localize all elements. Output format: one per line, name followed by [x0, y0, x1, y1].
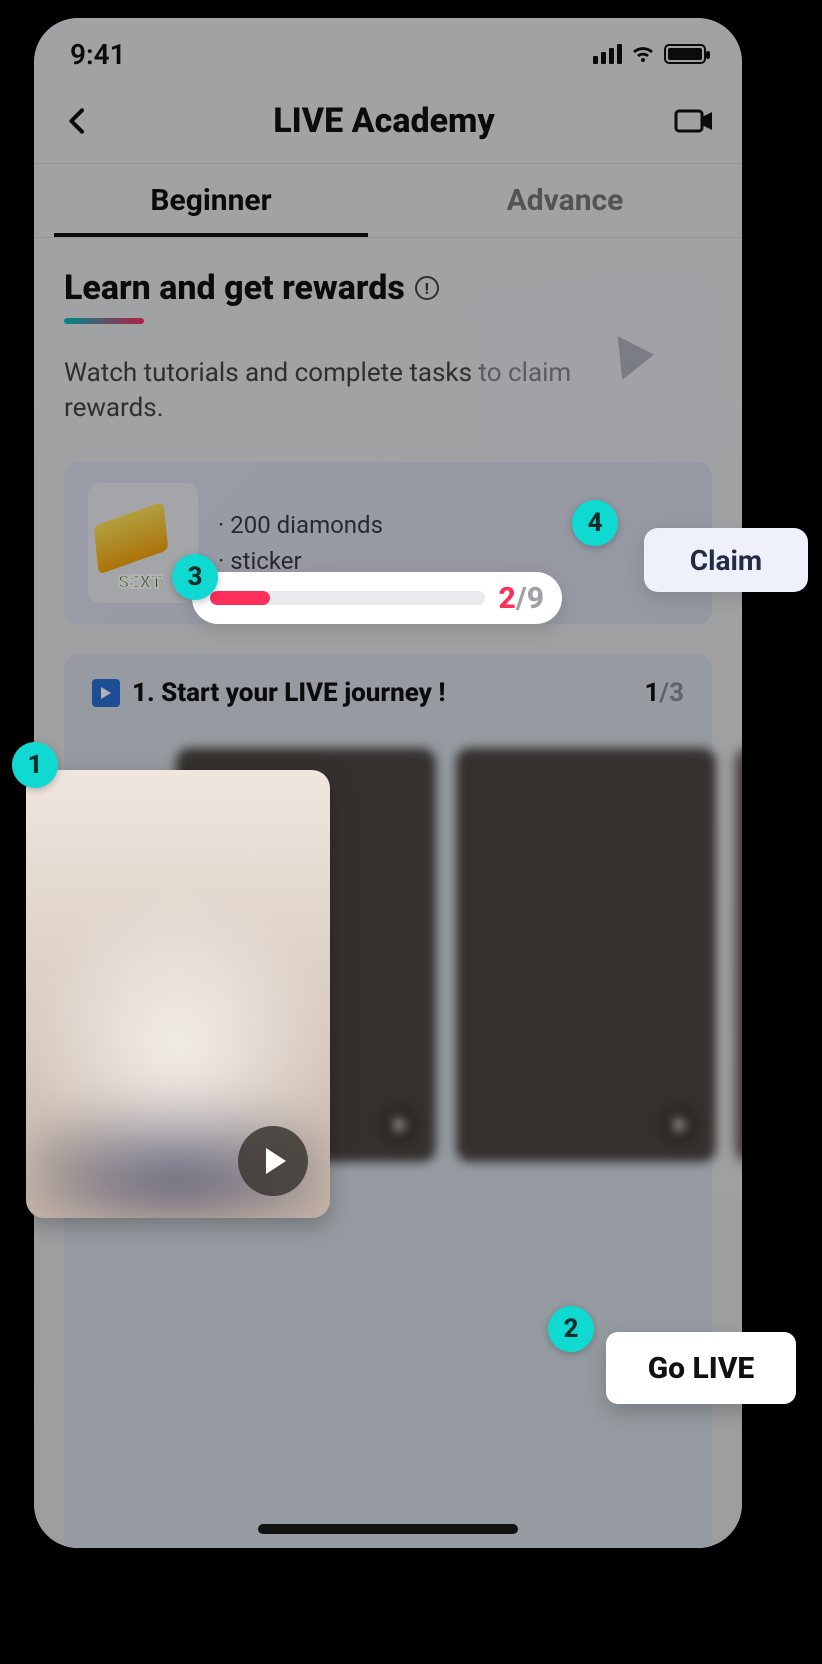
wifi-icon: [630, 44, 656, 64]
reward-line-1: · 200 diamonds: [218, 507, 383, 543]
progress-bar: [210, 591, 485, 605]
status-bar: 9:41: [34, 18, 742, 78]
video-thumbnail-3[interactable]: [456, 748, 716, 1162]
lesson-progress: 1/3: [645, 678, 685, 708]
title-underline: [64, 318, 144, 324]
claim-button[interactable]: Claim: [644, 528, 808, 592]
reward-lines: · 200 diamonds · sticker: [218, 507, 383, 579]
callout-marker-3: 3: [172, 554, 218, 600]
battery-icon: [664, 44, 706, 64]
page-title: LIVE Academy: [273, 101, 495, 141]
tab-advance[interactable]: Advance: [388, 164, 742, 237]
reward-progress-pill: 2/9: [192, 572, 562, 624]
back-icon[interactable]: [62, 105, 94, 137]
status-time: 9:41: [70, 38, 126, 71]
callout-marker-4: 4: [572, 500, 618, 546]
callout-marker-2: 2: [548, 1306, 594, 1352]
home-indicator[interactable]: [258, 1524, 518, 1534]
play-icon: [658, 1104, 700, 1146]
tabs: Beginner Advance: [34, 164, 742, 238]
progress-total: 9: [527, 581, 544, 616]
header: LIVE Academy: [34, 78, 742, 164]
tab-beginner[interactable]: Beginner: [34, 164, 388, 237]
lesson-title: 1. Start your LIVE journey !: [132, 678, 446, 708]
video-thumbnail-1[interactable]: [26, 770, 330, 1218]
video-camera-icon[interactable]: [674, 105, 714, 137]
callout-marker-1: 1: [12, 742, 58, 788]
go-live-button-highlight[interactable]: Go LIVE: [606, 1332, 796, 1404]
section-title: Learn and get rewards: [64, 268, 405, 308]
status-icons: [593, 44, 706, 64]
play-icon: [378, 1104, 420, 1146]
signal-icon: [593, 44, 622, 64]
decorative-card: [472, 266, 732, 490]
info-icon[interactable]: !: [415, 276, 439, 300]
play-icon: [238, 1126, 308, 1196]
progress-current: 2: [499, 581, 516, 616]
video-thumbnail-4[interactable]: [736, 748, 742, 1162]
book-play-icon: [92, 679, 120, 707]
